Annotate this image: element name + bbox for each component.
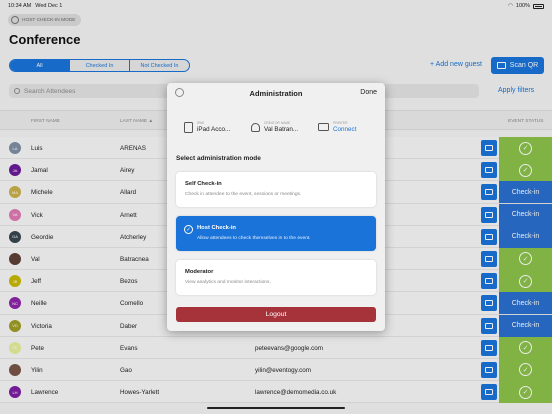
home-indicator bbox=[207, 407, 345, 409]
administration-modal: Administration Done iPAD iPad Acco... CRE… bbox=[167, 83, 385, 331]
user-value: Val Batran... bbox=[264, 126, 299, 133]
mode-card-self-check-in[interactable]: Self Check-in Check in attendee to the e… bbox=[176, 172, 376, 207]
person-icon bbox=[251, 122, 260, 132]
printer-icon bbox=[318, 123, 329, 131]
device-caption: iPAD bbox=[197, 121, 205, 125]
ipad-icon bbox=[184, 121, 193, 133]
check-circle-icon: ✓ bbox=[184, 225, 193, 234]
printer-caption: PRINTER bbox=[333, 121, 348, 125]
mode-title: Host Check-in bbox=[197, 225, 236, 231]
modal-title: Administration bbox=[249, 89, 303, 98]
mode-description: Allow attendees to check themselves in t… bbox=[197, 236, 311, 241]
mode-description: Check in attendee to the event, sessions… bbox=[185, 192, 302, 197]
device-value: iPad Acco... bbox=[197, 126, 231, 133]
user-info: CREATOR NAME Val Batran... bbox=[251, 121, 298, 133]
printer-connect-link[interactable]: Connect bbox=[333, 126, 356, 133]
mode-card-host-check-in[interactable]: ✓ Host Check-in Allow attendees to check… bbox=[176, 216, 376, 251]
select-mode-heading: Select administration mode bbox=[176, 155, 261, 162]
user-caption: CREATOR NAME bbox=[264, 121, 291, 125]
mode-description: View analytics and monitor interactions. bbox=[185, 280, 271, 285]
printer-info[interactable]: PRINTER Connect bbox=[318, 121, 356, 133]
done-button[interactable]: Done bbox=[360, 89, 377, 96]
mode-title: Self Check-in bbox=[185, 181, 222, 187]
logout-button[interactable]: Logout bbox=[176, 307, 376, 322]
mode-title: Moderator bbox=[185, 269, 214, 275]
mode-card-moderator[interactable]: Moderator View analytics and monitor int… bbox=[176, 260, 376, 295]
device-info: iPAD iPad Acco... bbox=[184, 121, 230, 133]
